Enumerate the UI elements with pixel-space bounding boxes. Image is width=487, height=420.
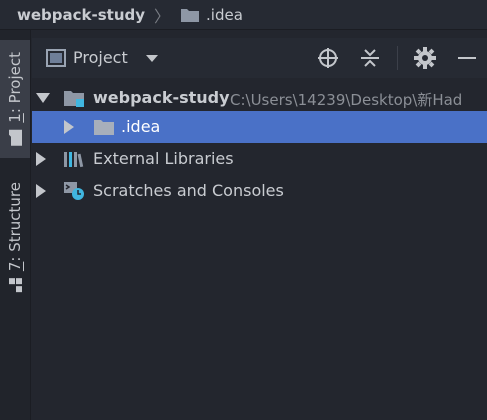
project-view-icon xyxy=(46,49,66,67)
tree-row-label: Scratches and Consoles xyxy=(93,181,284,200)
tree-row-external-libraries[interactable]: External Libraries xyxy=(32,143,487,175)
view-selector-label[interactable]: Project xyxy=(73,48,128,67)
project-tree: webpack-study C:\Users\14239\Desktop\新Ha… xyxy=(32,80,487,420)
tree-row-label: External Libraries xyxy=(93,149,234,168)
locate-icon[interactable] xyxy=(317,47,339,69)
expand-arrow-icon[interactable] xyxy=(36,93,50,103)
expand-arrow-icon[interactable] xyxy=(36,152,46,166)
tree-row-idea[interactable]: .idea xyxy=(32,111,487,143)
libraries-icon xyxy=(64,152,84,168)
structure-tab-label: 7: Structure xyxy=(6,182,24,295)
gear-icon[interactable] xyxy=(414,47,436,69)
minimize-icon[interactable] xyxy=(456,47,478,69)
project-tool-tab[interactable]: 1: Project xyxy=(0,40,30,158)
breadcrumb-separator: 〉 xyxy=(154,6,171,26)
collapse-all-icon[interactable] xyxy=(359,47,381,69)
navigation-breadcrumb: webpack-study 〉 .idea xyxy=(0,0,487,30)
chevron-down-icon[interactable] xyxy=(146,55,158,62)
breadcrumb-folder[interactable]: .idea xyxy=(206,6,243,24)
header-divider xyxy=(397,46,398,70)
folder-icon xyxy=(181,8,200,22)
breadcrumb-project[interactable]: webpack-study xyxy=(17,6,145,24)
structure-icon xyxy=(9,278,22,293)
expand-arrow-icon[interactable] xyxy=(36,184,46,198)
folder-icon xyxy=(9,129,22,146)
module-folder-icon xyxy=(64,91,84,107)
scratches-icon xyxy=(64,182,84,200)
structure-tool-tab[interactable]: 7: Structure xyxy=(0,174,30,304)
tool-window-stripe: 1: Project 7: Structure xyxy=(0,30,31,420)
folder-icon xyxy=(94,120,114,135)
project-path: C:\Users\14239\Desktop\新Had xyxy=(230,91,463,109)
project-panel-header: Project xyxy=(32,38,487,78)
tree-row-label: webpack-study xyxy=(93,88,230,107)
tree-row-webpack-study[interactable]: webpack-study C:\Users\14239\Desktop\新Ha… xyxy=(32,82,487,114)
tree-row-label: .idea xyxy=(121,117,161,136)
tree-row-scratches[interactable]: Scratches and Consoles xyxy=(32,175,487,207)
expand-arrow-icon[interactable] xyxy=(64,120,74,134)
project-tab-label: 1: Project xyxy=(6,52,24,147)
